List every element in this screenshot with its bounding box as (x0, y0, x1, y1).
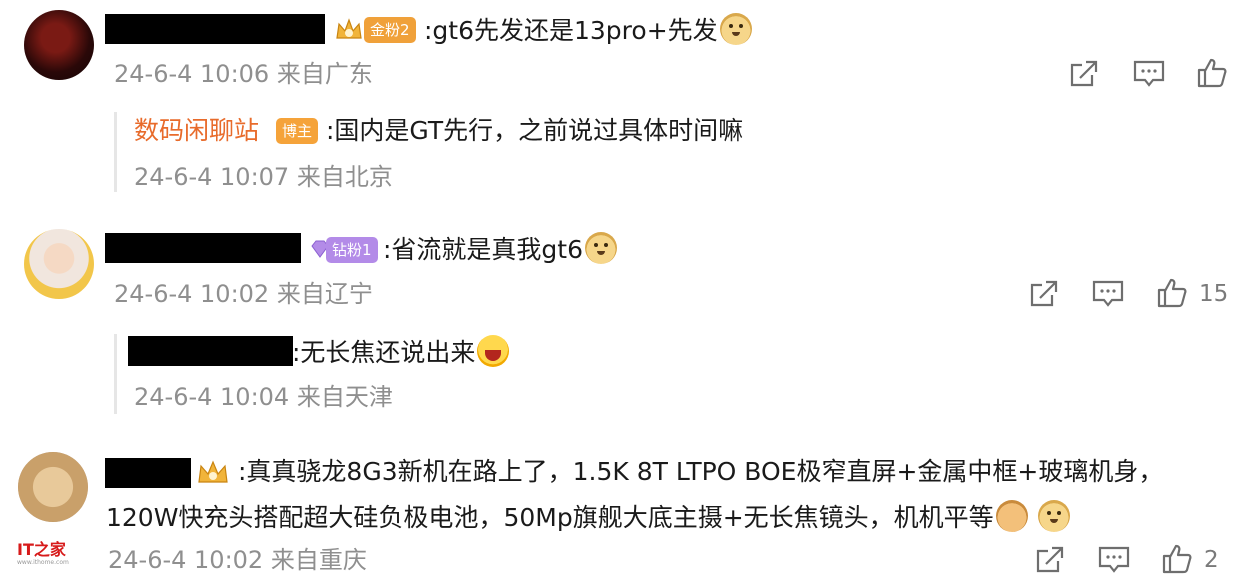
comment-icon[interactable] (1092, 279, 1124, 313)
cat-emoji-icon (995, 500, 1028, 532)
comment-text: :省流就是真我gt6 (383, 232, 618, 267)
like-count: 2 (1204, 547, 1219, 573)
watermark-logo-text: IT之家 (17, 540, 66, 559)
reply-divider (114, 334, 117, 414)
redacted-username (105, 14, 325, 44)
share-icon[interactable] (1034, 544, 1066, 580)
like-icon[interactable] (1157, 277, 1187, 313)
ithome-watermark-logo: IT之家 www.ithome.com (17, 541, 69, 567)
crown-icon (334, 16, 364, 44)
fan-level-badge: 金粉2 (364, 17, 416, 43)
reply-meta: 24-6-4 10:07 来自北京 (134, 163, 393, 191)
reply-author-link[interactable]: 数码闲聊站 (134, 114, 259, 148)
watermark-url: www.ithome.com (17, 559, 69, 566)
redacted-username (105, 458, 191, 488)
comment-icon[interactable] (1098, 545, 1130, 579)
like-count: 15 (1199, 281, 1229, 307)
redacted-username (105, 233, 301, 263)
reply-text: :无长焦还说出来 (292, 335, 510, 370)
doge-emoji-icon (1037, 500, 1070, 532)
comment-text: :gt6先发还是13pro+先发 (424, 13, 752, 48)
avatar[interactable] (24, 10, 94, 80)
reply-divider (114, 112, 117, 192)
avatar[interactable] (24, 229, 94, 299)
reply-text: :国内是GT先行，之前说过具体时间嘛 (326, 116, 744, 145)
share-icon[interactable] (1028, 278, 1060, 314)
comment-icon[interactable] (1133, 59, 1165, 93)
comment-meta: 24-6-4 10:02 来自辽宁 (114, 280, 373, 308)
reply-meta: 24-6-4 10:04 来自天津 (134, 383, 393, 411)
doge-emoji-icon (585, 232, 618, 264)
like-icon[interactable] (1162, 543, 1192, 579)
comment-meta: 24-6-4 10:06 来自广东 (114, 60, 373, 88)
redacted-username (128, 336, 293, 366)
doge-emoji-icon (719, 13, 752, 45)
comment-text-line-1: :真真骁龙8G3新机在路上了，1.5K 8T LTPO BOE极窄直屏+金属中框… (238, 457, 1164, 486)
fan-level-badge: 钻粉1 (326, 237, 378, 263)
like-icon[interactable] (1197, 57, 1227, 93)
blogger-badge: 博主 (276, 118, 319, 144)
share-icon[interactable] (1068, 58, 1100, 94)
comment-text-line-2: 120W快充头搭配超大硅负极电池，50Mp旗舰大底主摄+无长焦镜头，机机平等 (106, 500, 1070, 535)
avatar[interactable] (18, 452, 88, 522)
comment-meta: 24-6-4 10:02 来自重庆 (108, 546, 367, 574)
laughing-emoji-icon (477, 335, 510, 367)
crown-icon (196, 459, 230, 487)
